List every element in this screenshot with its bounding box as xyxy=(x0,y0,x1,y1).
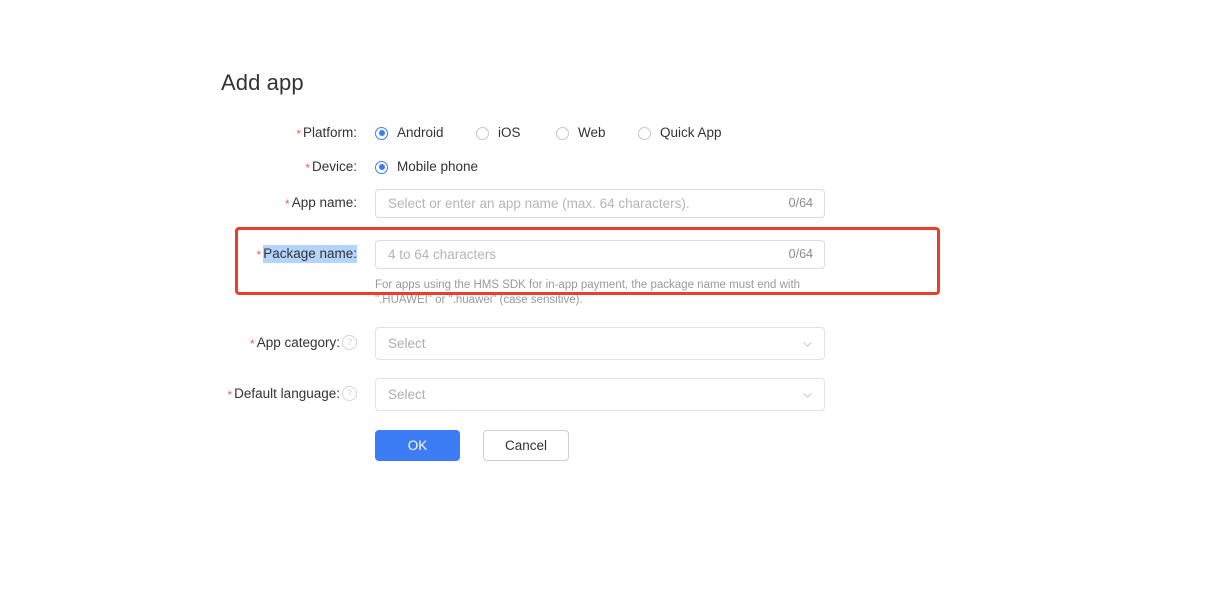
required-asterisk: * xyxy=(285,197,290,211)
required-asterisk: * xyxy=(305,161,310,175)
package-name-placeholder: 4 to 64 characters xyxy=(388,247,497,262)
radio-platform-web[interactable]: Web xyxy=(556,125,606,141)
required-asterisk: * xyxy=(250,337,255,351)
question-mark-circle-icon[interactable]: ? xyxy=(342,335,357,350)
device-label-text: Device: xyxy=(311,159,357,174)
radio-dot-selected-icon xyxy=(375,126,388,140)
package-name-helper-text: For apps using the HMS SDK for in-app pa… xyxy=(375,278,845,308)
radio-label: iOS xyxy=(498,125,521,140)
chevron-down-icon xyxy=(803,391,812,400)
question-mark-circle-icon[interactable]: ? xyxy=(342,386,357,401)
cancel-button[interactable]: Cancel xyxy=(483,430,569,461)
app-name-label: * App name: xyxy=(120,195,357,212)
helper-line-1: For apps using the HMS SDK for in-app pa… xyxy=(375,279,801,291)
default-language-label-text: Default language: xyxy=(234,386,340,401)
required-asterisk: * xyxy=(296,127,301,141)
radio-label: Mobile phone xyxy=(397,159,479,174)
radio-platform-quick-app[interactable]: Quick App xyxy=(638,125,722,141)
device-label: * Device: xyxy=(120,159,357,176)
app-category-select[interactable]: Select xyxy=(375,327,825,360)
required-asterisk: * xyxy=(256,248,262,262)
app-name-char-counter: 0/64 xyxy=(788,196,813,210)
platform-label: * Platform: xyxy=(120,125,357,142)
radio-dot-icon xyxy=(476,126,489,140)
helper-line-2: ".HUAWEI" or ".huawei" (case sensitive). xyxy=(375,294,583,306)
app-name-input[interactable]: Select or enter an app name (max. 64 cha… xyxy=(375,189,825,218)
package-name-char-counter: 0/64 xyxy=(788,247,813,261)
package-name-label: * Package name: xyxy=(120,245,357,263)
required-asterisk: * xyxy=(227,388,233,402)
platform-label-text: Platform: xyxy=(302,125,357,140)
app-category-label-text: App category: xyxy=(256,335,340,350)
default-language-select[interactable]: Select xyxy=(375,378,825,411)
radio-device-mobile-phone[interactable]: Mobile phone xyxy=(375,159,478,175)
page-title: Add app xyxy=(221,70,304,95)
radio-platform-android[interactable]: Android xyxy=(375,125,444,141)
app-name-label-text: App name: xyxy=(291,195,357,210)
app-category-placeholder: Select xyxy=(388,336,426,351)
radio-label: Android xyxy=(397,125,444,140)
radio-label: Web xyxy=(578,125,606,140)
radio-dot-icon xyxy=(556,126,569,140)
radio-platform-ios[interactable]: iOS xyxy=(476,125,521,141)
chevron-down-icon xyxy=(803,340,812,349)
radio-label: Quick App xyxy=(660,125,722,140)
package-name-label-text: Package name: xyxy=(263,245,357,263)
default-language-placeholder: Select xyxy=(388,387,426,402)
ok-button[interactable]: OK xyxy=(375,430,460,461)
package-name-input[interactable]: 4 to 64 characters 0/64 xyxy=(375,240,825,269)
radio-dot-selected-icon xyxy=(375,160,388,174)
default-language-label: * Default language: xyxy=(103,386,340,403)
app-name-placeholder: Select or enter an app name (max. 64 cha… xyxy=(388,196,690,211)
radio-dot-icon xyxy=(638,126,651,140)
app-category-label: * App category: xyxy=(103,335,340,352)
